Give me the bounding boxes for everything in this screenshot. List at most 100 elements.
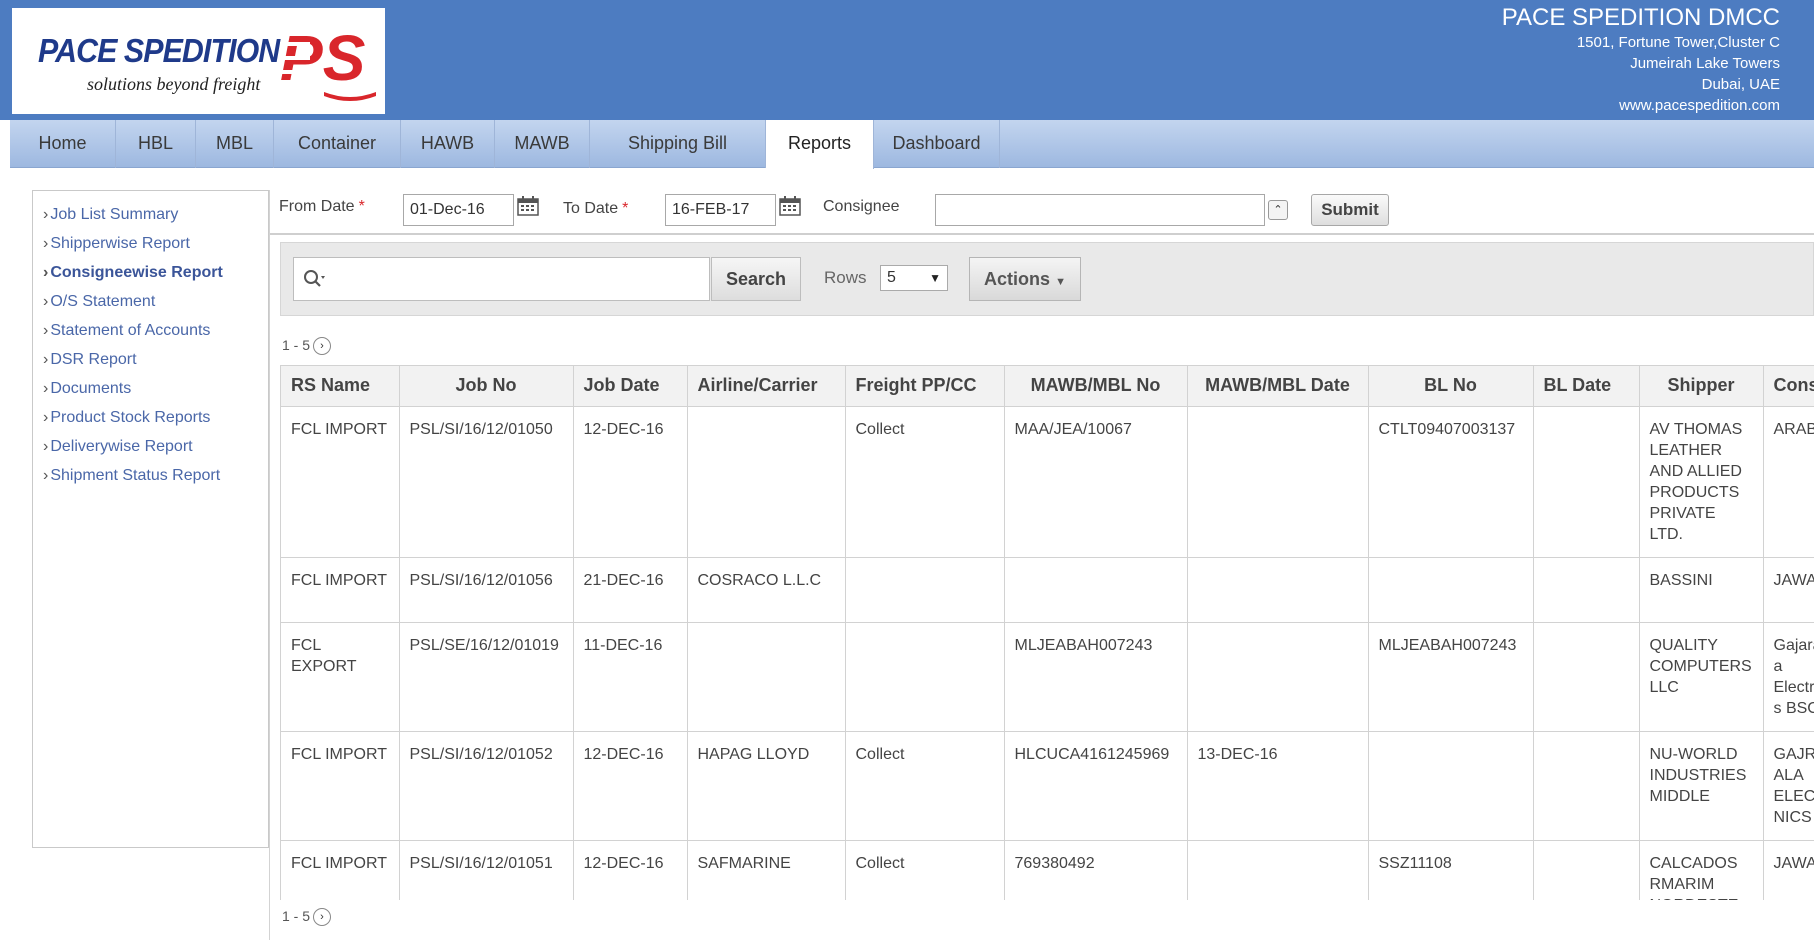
column-header[interactable]: Job Date — [573, 366, 688, 407]
app-header: PACE SPEDITION solutions beyond freight … — [0, 0, 1814, 120]
sidebar-item-label: Job List Summary — [50, 206, 179, 223]
sidebar-item-statement-of-accounts[interactable]: › Statement of Accounts — [43, 322, 210, 340]
chevron-right-icon: › — [43, 322, 49, 339]
cell-bl-date — [1533, 731, 1640, 841]
search-icon[interactable] — [302, 268, 326, 290]
from-date-field[interactable]: 01-Dec-16 — [403, 194, 514, 226]
cell-bl-date — [1533, 557, 1640, 623]
submit-button[interactable]: Submit — [1311, 194, 1389, 226]
cell-airline-carrier: COSRACO L.L.C — [687, 557, 846, 623]
rows-label: Rows — [824, 268, 867, 287]
cell-rs-name: FCL EXPORT — [281, 622, 400, 732]
tab-shipping-bill[interactable]: Shipping Bill — [590, 120, 766, 168]
chevron-right-icon: › — [43, 438, 49, 455]
next-page-icon[interactable]: › — [313, 908, 332, 927]
column-header[interactable]: BL Date — [1533, 366, 1640, 407]
logo-tagline: solutions beyond freight — [87, 74, 261, 94]
cell-bl-no: SSZ11108 — [1368, 840, 1534, 900]
content-divider — [269, 190, 270, 940]
pagination-range: 1 - 5 — [282, 908, 311, 924]
consignee-field[interactable] — [935, 194, 1265, 226]
actions-menu-button[interactable]: Actions ▼ — [969, 257, 1081, 301]
sidebar-item-deliverywise-report[interactable]: › Deliverywise Report — [43, 438, 193, 456]
cell-rs-name: FCL IMPORT — [281, 406, 400, 558]
sidebar-item-job-list-summary[interactable]: › Job List Summary — [43, 206, 178, 224]
company-info: PACE SPEDITION DMCC 1501, Fortune Tower,… — [1502, 4, 1780, 116]
cell-bl-no: CTLT09407003137 — [1368, 406, 1534, 558]
cell-mawb-mbl-no: MLJEABAH007243 — [1004, 622, 1188, 732]
from-date-label-text: From Date — [279, 198, 355, 215]
tab-home[interactable]: Home — [10, 120, 116, 168]
cell-bl-date — [1533, 840, 1640, 900]
company-name: PACE SPEDITION DMCC — [1501, 4, 1780, 31]
cell-consignee: ARABIAN — [1763, 406, 1814, 558]
chevron-right-icon: › — [43, 293, 49, 310]
cell-airline-carrier — [687, 622, 846, 732]
calendar-icon[interactable] — [779, 196, 801, 216]
column-header[interactable]: MAWB/MBL No — [1004, 366, 1188, 407]
cell-consignee: JAWAD — [1763, 557, 1814, 623]
consignee-label: Consignee — [823, 198, 900, 215]
sidebar-item-dsr-report[interactable]: › DSR Report — [43, 351, 137, 369]
report-table: RS Name Job No Job Date Airline/Carrier … — [281, 366, 1814, 900]
cell-mawb-mbl-no — [1004, 557, 1188, 623]
cell-shipper: QUALITY COMPUTERS LLC — [1639, 622, 1764, 732]
tab-hbl[interactable]: HBL — [116, 120, 196, 168]
calendar-icon[interactable] — [517, 196, 539, 216]
company-address-line: Jumeirah Lake Towers — [1630, 55, 1780, 72]
tab-dashboard[interactable]: Dashboard — [874, 120, 1000, 168]
chevron-up-icon[interactable]: ⌃ — [1268, 200, 1288, 220]
column-header[interactable]: MAWB/MBL Date — [1187, 366, 1369, 407]
sidebar-item-label: Documents — [50, 380, 132, 397]
search-input[interactable] — [293, 257, 710, 301]
column-header[interactable]: RS Name — [281, 366, 400, 407]
cell-mawb-mbl-date: 13-DEC-16 — [1187, 731, 1369, 841]
sidebar-item-label: Shipperwise Report — [50, 235, 190, 252]
rows-select-value: 5 — [887, 269, 896, 286]
search-button[interactable]: Search — [711, 257, 801, 301]
cell-mawb-mbl-date — [1187, 406, 1369, 558]
to-date-field[interactable]: 16-FEB-17 — [665, 194, 776, 226]
table-row: FCL IMPORT PSL/SI/16/12/01052 12-DEC-16 … — [281, 731, 1814, 841]
caret-down-icon: ▼ — [1055, 276, 1066, 288]
cell-rs-name: FCL IMPORT — [281, 557, 400, 623]
sidebar-item-consigneewise-report[interactable]: › Consigneewise Report — [43, 264, 223, 282]
sidebar-item-documents[interactable]: › Documents — [43, 380, 131, 398]
sidebar-item-product-stock-reports[interactable]: › Product Stock Reports — [43, 409, 210, 427]
cell-rs-name: FCL IMPORT — [281, 840, 400, 900]
cell-bl-no — [1368, 731, 1534, 841]
tab-mbl[interactable]: MBL — [196, 120, 274, 168]
column-header[interactable]: Airline/Carrier — [687, 366, 846, 407]
table-row: FCL IMPORT PSL/SI/16/12/01050 12-DEC-16 … — [281, 406, 1814, 558]
company-address-line: 1501, Fortune Tower,Cluster C — [1576, 34, 1780, 51]
column-header[interactable]: Consignee — [1763, 366, 1814, 407]
column-header[interactable]: Freight PP/CC — [845, 366, 1005, 407]
cell-consignee: Gajarawala Electronics BSC — [1763, 622, 1814, 732]
sidebar-item-label: Deliverywise Report — [50, 438, 193, 455]
tab-mawb[interactable]: MAWB — [495, 120, 590, 168]
cell-airline-carrier: HAPAG LLOYD — [687, 731, 846, 841]
column-header[interactable]: BL No — [1368, 366, 1534, 407]
report-table-container: RS Name Job No Job Date Airline/Carrier … — [280, 365, 1814, 900]
column-header[interactable]: Job No — [399, 366, 574, 407]
sidebar-item-os-statement[interactable]: › O/S Statement — [43, 293, 155, 311]
tab-hawb[interactable]: HAWB — [401, 120, 495, 168]
chevron-right-icon: › — [43, 264, 49, 281]
column-header[interactable]: Shipper — [1639, 366, 1764, 407]
sidebar-item-shipperwise-report[interactable]: › Shipperwise Report — [43, 235, 190, 253]
rows-select[interactable]: 5 ▼ — [880, 265, 948, 291]
cell-job-no: PSL/SI/16/12/01052 — [399, 731, 574, 841]
sidebar-item-shipment-status-report[interactable]: › Shipment Status Report — [43, 467, 220, 485]
company-logo[interactable]: PACE SPEDITION solutions beyond freight … — [12, 8, 385, 114]
cell-job-no: PSL/SE/16/12/01019 — [399, 622, 574, 732]
table-row: FCL EXPORT PSL/SE/16/12/01019 11-DEC-16 … — [281, 622, 1814, 732]
to-date-label: To Date * — [563, 200, 628, 218]
cell-job-date: 21-DEC-16 — [573, 557, 688, 623]
from-date-label: From Date * — [279, 198, 365, 216]
next-page-icon[interactable]: › — [313, 337, 332, 356]
tab-container[interactable]: Container — [274, 120, 401, 168]
cell-bl-no — [1368, 557, 1534, 623]
cell-job-no: PSL/SI/16/12/01050 — [399, 406, 574, 558]
cell-airline-carrier: SAFMARINE — [687, 840, 846, 900]
tab-reports[interactable]: Reports — [766, 120, 874, 169]
